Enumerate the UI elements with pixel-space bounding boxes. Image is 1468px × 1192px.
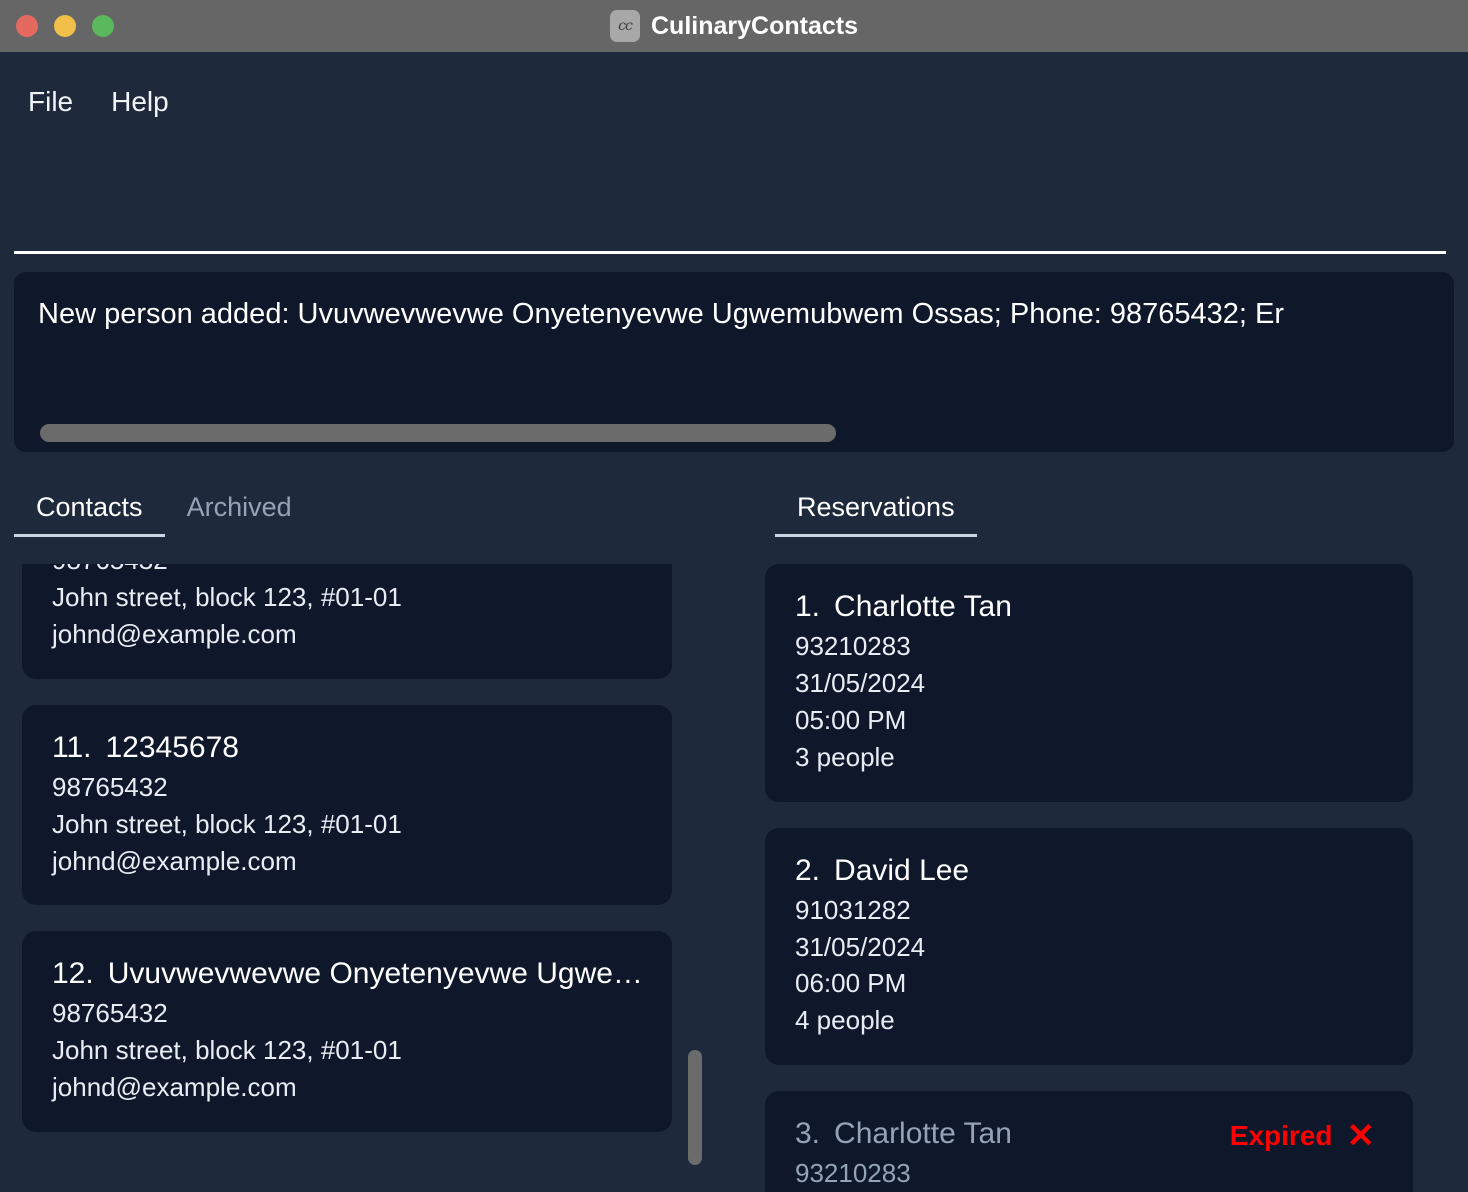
menu-bar: File Help xyxy=(0,52,1468,132)
reservation-card[interactable]: 3.Charlotte Tan Expired ✕ 93210283 24/03… xyxy=(765,1091,1413,1192)
contact-card[interactable]: 12. Uvuvwevwevwe Onyetenyevwe Ugwe… 98765… xyxy=(22,931,672,1133)
app-logo-icon: cc xyxy=(610,10,640,42)
traffic-light-group xyxy=(0,15,114,37)
reservation-phone: 93210283 xyxy=(795,631,911,661)
contact-card[interactable]: 98765432 John street, block 123, #01-01 … xyxy=(22,564,672,679)
contact-name: Uvuvwevwevwe Onyetenyevwe Ugwe… xyxy=(107,957,642,991)
contact-title: 12. Uvuvwevwevwe Onyetenyevwe Ugwe… xyxy=(52,957,642,991)
reservation-title: 3. Charlotte Tan xyxy=(795,1117,1012,1151)
contact-phone: 98765432 xyxy=(52,998,168,1029)
reservation-phone: 93210283 xyxy=(795,1158,911,1189)
reservations-list[interactable]: 1. Charlotte Tan 93210283 31/05/2024 05:0… xyxy=(765,564,1413,1192)
contact-phone: 98765432 xyxy=(52,564,642,579)
reservation-name: David Lee xyxy=(834,853,970,887)
reservation-title: 2. David Lee xyxy=(795,854,969,888)
reservations-panel: Reservations 1. Charlotte Tan 93210283 31… xyxy=(740,482,1468,1192)
message-scrollbar-thumb[interactable] xyxy=(40,424,836,442)
reservation-pax: 3 people xyxy=(795,741,895,772)
contact-title: 11. 12345678 xyxy=(52,731,642,765)
reservation-header: 1. Charlotte Tan xyxy=(795,590,1383,628)
reservation-index: 1. xyxy=(795,590,821,623)
reservation-date: 31/05/2024 xyxy=(795,931,926,962)
header-divider xyxy=(14,251,1446,254)
menu-item-help[interactable]: Help xyxy=(111,86,169,118)
contact-email: johnd@example.com xyxy=(52,1072,297,1103)
contact-address: John street, block 123, #01-01 xyxy=(52,1035,402,1066)
contact-card[interactable]: 11. 12345678 98765432 John street, block … xyxy=(22,704,672,906)
contact-address: John street, block 123, #01-01 xyxy=(52,808,402,839)
tab-reservations[interactable]: Reservations xyxy=(775,482,977,537)
cross-mark-icon[interactable]: ✕ xyxy=(1347,1119,1376,1153)
contact-address: John street, block 123, #01-01 xyxy=(52,581,402,612)
contacts-list[interactable]: 98765432 John street, block 123, #01-01 … xyxy=(22,564,672,1189)
window-title: CulinaryContacts xyxy=(651,11,858,40)
contacts-scrollbar-thumb[interactable] xyxy=(688,1050,702,1165)
reservation-header: 3. Charlotte Tan Expired ✕ xyxy=(795,1117,1383,1155)
contacts-panel: Contacts Archived 98765432 John street, … xyxy=(0,482,740,1192)
tab-contacts[interactable]: Contacts xyxy=(14,482,165,537)
reservation-name: Charlotte Tan xyxy=(834,1117,1012,1151)
reservation-phone: 91031282 xyxy=(795,894,911,925)
contact-name: 12345678 xyxy=(105,730,239,764)
reservation-time: 06:00 PM xyxy=(795,968,907,999)
reservation-pax: 4 people xyxy=(795,1005,895,1036)
reservation-title: 1. Charlotte Tan xyxy=(795,590,1012,624)
window-titlebar: cc CulinaryContacts xyxy=(0,0,1468,52)
tab-archived[interactable]: Archived xyxy=(165,482,314,537)
reservation-card[interactable]: 2. David Lee 91031282 31/05/2024 06:00 PM… xyxy=(765,827,1413,1066)
reservation-index: 3. xyxy=(795,1117,821,1151)
menu-item-file[interactable]: File xyxy=(28,86,73,118)
reservation-date: 31/05/2024 xyxy=(795,667,926,698)
contact-email: johnd@example.com xyxy=(52,618,297,649)
contact-index: 11. xyxy=(52,730,92,764)
status-message-text: New person added: Uvuvwevwevwe Onyetenye… xyxy=(38,298,1285,330)
reservation-name: Charlotte Tan xyxy=(834,590,1012,623)
reservation-header: 2. David Lee xyxy=(795,854,1383,892)
close-window-button[interactable] xyxy=(16,15,38,37)
maximize-window-button[interactable] xyxy=(92,15,114,37)
reservations-tabbar: Reservations xyxy=(740,482,1468,537)
reservation-index: 2. xyxy=(795,853,821,887)
contact-index: 12. xyxy=(52,957,94,991)
contact-phone: 98765432 xyxy=(52,771,168,802)
reservation-card[interactable]: 1. Charlotte Tan 93210283 31/05/2024 05:0… xyxy=(765,564,1413,802)
minimize-window-button[interactable] xyxy=(54,15,76,37)
titlebar-center: cc CulinaryContacts xyxy=(0,0,1468,52)
expired-label: Expired xyxy=(1229,1120,1333,1152)
main-panels: Contacts Archived 98765432 John street, … xyxy=(0,482,1468,1192)
message-horizontal-scrollbar[interactable] xyxy=(27,424,1442,442)
status-badge-expired: Expired ✕ xyxy=(1230,1119,1383,1153)
contact-email: johnd@example.com xyxy=(52,845,297,876)
app-window: File Help New person added: Uvuvwevwevwe… xyxy=(0,52,1468,1192)
reservation-time: 05:00 PM xyxy=(795,704,907,735)
contacts-tabbar: Contacts Archived xyxy=(0,482,740,537)
status-message-box[interactable]: New person added: Uvuvwevwevwe Onyetenye… xyxy=(14,272,1454,452)
